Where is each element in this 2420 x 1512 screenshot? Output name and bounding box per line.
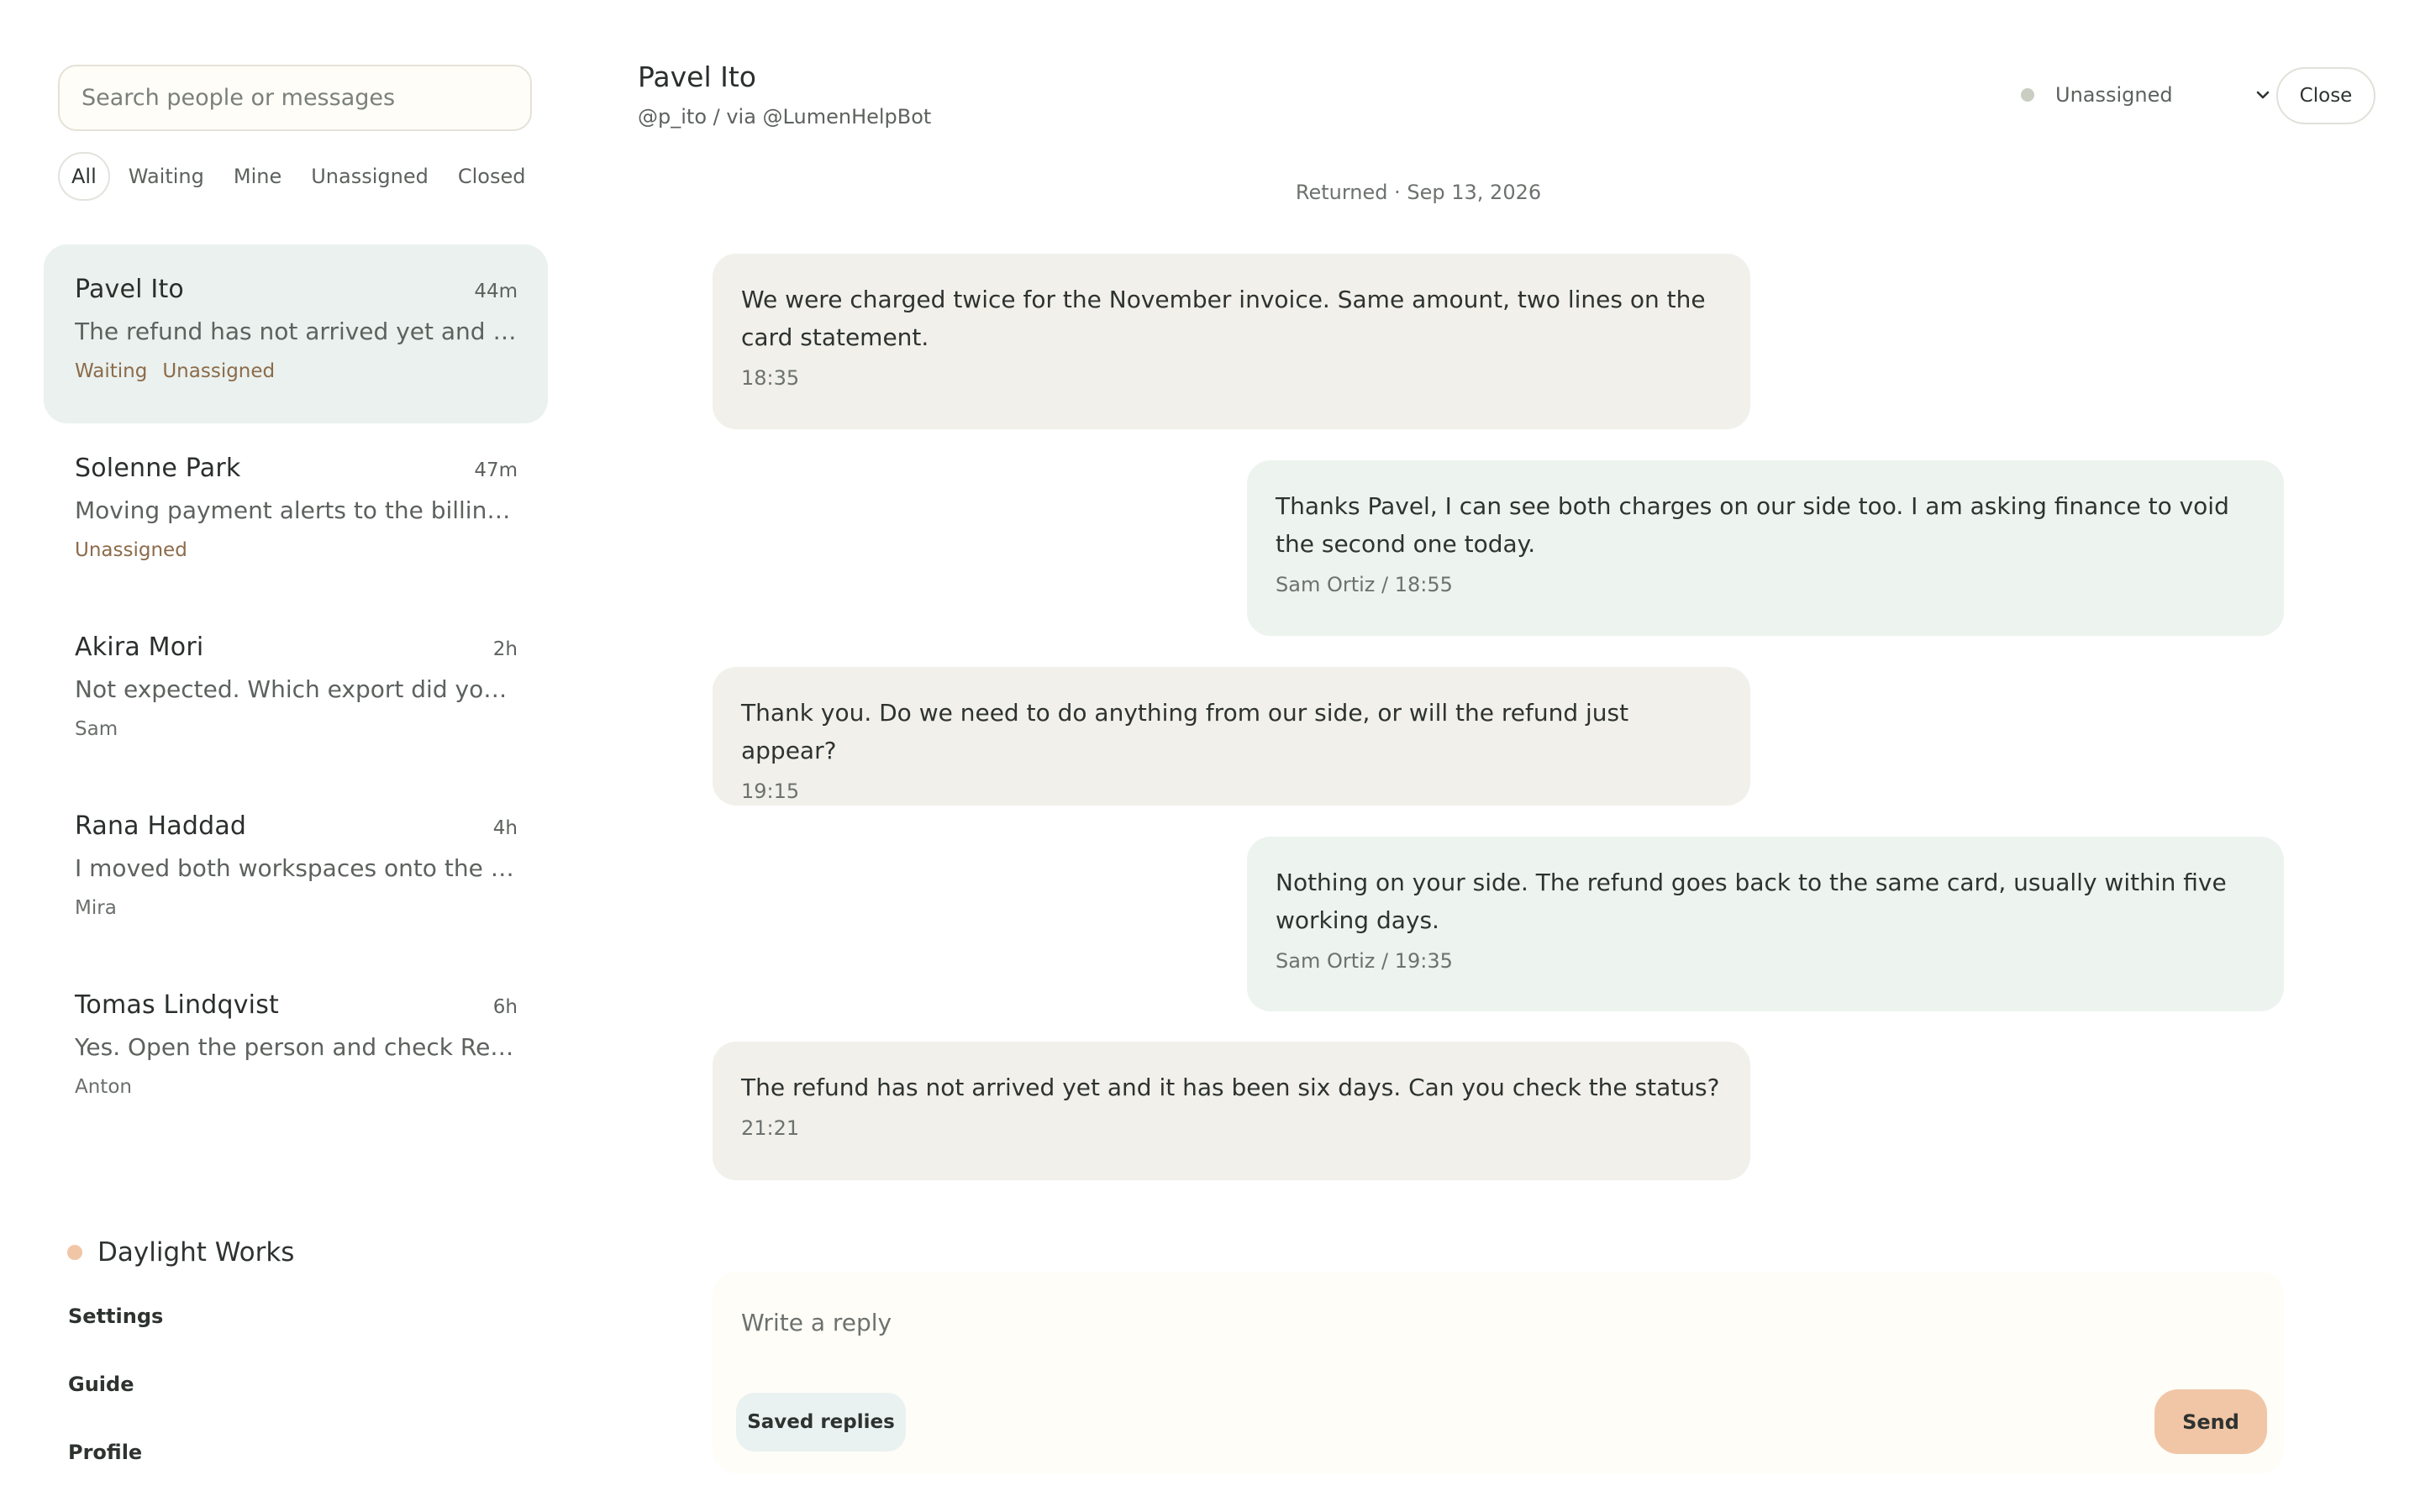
close-conversation-button[interactable]: Close bbox=[2276, 67, 2375, 124]
sidebar-link-guide[interactable]: Guide bbox=[68, 1373, 163, 1441]
conversation-list: Pavel Ito 44m The refund has not arrived… bbox=[44, 244, 548, 1139]
send-button[interactable]: Send bbox=[2154, 1389, 2267, 1454]
contact-name: Pavel Ito bbox=[638, 60, 756, 93]
conversation-preview: Moving payment alerts to the billing tea… bbox=[75, 496, 518, 524]
chevron-down-icon bbox=[2256, 91, 2270, 99]
message-meta: 19:15 bbox=[741, 780, 800, 803]
assignee-label: Unassigned bbox=[2055, 83, 2173, 107]
sidebar-link-profile[interactable]: Profile bbox=[68, 1441, 163, 1509]
contact-handle: @p_ito / via @LumenHelpBot bbox=[638, 105, 932, 129]
reply-composer: Saved replies Send bbox=[713, 1272, 2284, 1473]
filter-tab-all[interactable]: All bbox=[58, 152, 110, 201]
message-text: The refund has not arrived yet and it ha… bbox=[741, 1074, 1720, 1101]
filter-tab-unassigned[interactable]: Unassigned bbox=[311, 165, 429, 188]
reply-input[interactable] bbox=[741, 1297, 2245, 1347]
message-bubble-outgoing: Thanks Pavel, I can see both charges on … bbox=[1247, 460, 2284, 636]
search-input[interactable] bbox=[58, 65, 532, 131]
conversation-preview: The refund has not arrived yet and it ha… bbox=[75, 318, 518, 345]
sidebar-links: Settings Guide Profile bbox=[68, 1305, 163, 1509]
app-window: All Waiting Mine Unassigned Closed Pavel… bbox=[0, 0, 2420, 1512]
conversation-item-solenne-park[interactable]: Solenne Park 47m Moving payment alerts t… bbox=[44, 423, 548, 602]
message-text: Thanks Pavel, I can see both charges on … bbox=[1276, 492, 2229, 558]
conversation-item-rana-haddad[interactable]: Rana Haddad 4h I moved both workspaces o… bbox=[44, 781, 548, 960]
assignee-tag: Unassigned bbox=[162, 360, 276, 382]
conversation-time: 6h bbox=[492, 996, 518, 1018]
workspace-dot-icon bbox=[67, 1245, 82, 1260]
conversation-pane: Pavel Ito @p_ito / via @LumenHelpBot Una… bbox=[588, 0, 2420, 1512]
sidebar-link-settings[interactable]: Settings bbox=[68, 1305, 163, 1373]
conversation-time: 47m bbox=[474, 459, 518, 481]
conversation-time: 2h bbox=[492, 638, 518, 660]
conversation-name: Solenne Park bbox=[75, 454, 241, 483]
message-text: Thank you. Do we need to do anything fro… bbox=[741, 699, 1629, 764]
message-text: We were charged twice for the November i… bbox=[741, 286, 1706, 351]
assignee-tag: Mira bbox=[75, 897, 117, 919]
conversation-time: 4h bbox=[492, 817, 518, 839]
date-separator-text: Returned · Sep 13, 2026 bbox=[1295, 181, 1542, 204]
conversation-preview: Yes. Open the person and check Recent ac… bbox=[75, 1033, 518, 1061]
message-meta: Sam Ortiz / 18:55 bbox=[1276, 573, 1453, 596]
filter-tabs: All Waiting Mine Unassigned Closed bbox=[58, 151, 555, 202]
conversation-item-tomas-lindqvist[interactable]: Tomas Lindqvist 6h Yes. Open the person … bbox=[44, 960, 548, 1139]
conversation-preview: I moved both workspaces onto the team pl… bbox=[75, 854, 518, 882]
date-separator: Returned · Sep 13, 2026 bbox=[588, 181, 2420, 204]
message-meta: 21:21 bbox=[741, 1116, 800, 1140]
message-meta: Sam Ortiz / 19:35 bbox=[1276, 949, 1453, 973]
message-bubble-outgoing: Nothing on your side. The refund goes ba… bbox=[1247, 837, 2284, 1011]
conversation-preview: Not expected. Which export did you use f… bbox=[75, 675, 518, 703]
conversation-name: Akira Mori bbox=[75, 633, 204, 662]
message-bubble-incoming: We were charged twice for the November i… bbox=[713, 254, 1750, 429]
filter-tab-closed[interactable]: Closed bbox=[458, 165, 526, 188]
assignee-tag: Anton bbox=[75, 1076, 132, 1098]
filter-tab-mine[interactable]: Mine bbox=[234, 165, 281, 188]
assignee-tag: Unassigned bbox=[75, 539, 187, 561]
sidebar: All Waiting Mine Unassigned Closed Pavel… bbox=[0, 0, 588, 1512]
saved-replies-button[interactable]: Saved replies bbox=[736, 1393, 906, 1452]
message-meta: 18:35 bbox=[741, 366, 800, 390]
conversation-item-akira-mori[interactable]: Akira Mori 2h Not expected. Which export… bbox=[44, 602, 548, 781]
message-text: Nothing on your side. The refund goes ba… bbox=[1276, 869, 2227, 934]
workspace-name: Daylight Works bbox=[97, 1237, 295, 1268]
workspace-switcher[interactable]: Daylight Works bbox=[67, 1237, 294, 1268]
conversation-name: Pavel Ito bbox=[75, 275, 184, 304]
assignee-dropdown[interactable]: Unassigned bbox=[2012, 69, 2273, 121]
conversation-time: 44m bbox=[474, 281, 518, 302]
conversation-name: Tomas Lindqvist bbox=[75, 990, 279, 1020]
status-tag: Waiting bbox=[75, 360, 148, 382]
message-bubble-incoming: The refund has not arrived yet and it ha… bbox=[713, 1042, 1750, 1180]
assignee-status-dot-icon bbox=[2021, 88, 2034, 102]
conversation-item-pavel-ito[interactable]: Pavel Ito 44m The refund has not arrived… bbox=[44, 244, 548, 423]
message-bubble-incoming: Thank you. Do we need to do anything fro… bbox=[713, 667, 1750, 806]
assignee-tag: Sam bbox=[75, 718, 118, 740]
filter-tab-waiting[interactable]: Waiting bbox=[129, 165, 204, 188]
conversation-name: Rana Haddad bbox=[75, 811, 247, 841]
